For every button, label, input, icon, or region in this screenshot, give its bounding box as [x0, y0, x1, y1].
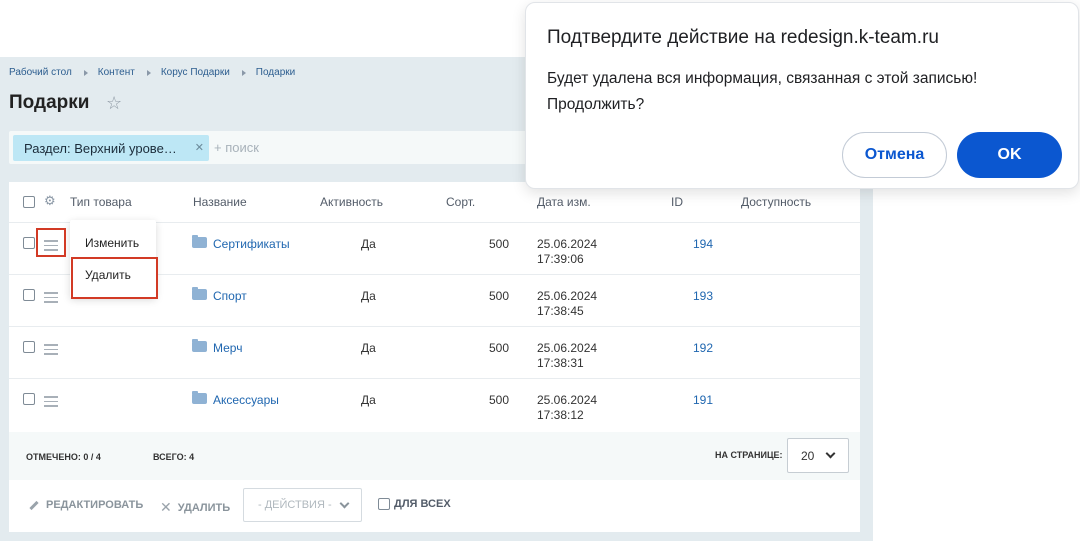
row-id-link[interactable]: 191: [693, 393, 713, 407]
chevron-down-icon: [339, 498, 350, 509]
row-date: 25.06.2024 17:38:45: [537, 289, 597, 319]
row-active: Да: [361, 341, 376, 355]
row-date: 25.06.2024 17:38:12: [537, 393, 597, 423]
close-icon: ✕: [160, 499, 172, 515]
column-name[interactable]: Название: [193, 195, 247, 209]
filter-chip[interactable]: Раздел: Верхний урове… ✕: [13, 135, 209, 161]
row-id-link[interactable]: 192: [693, 341, 713, 355]
row-date: 25.06.2024 17:38:31: [537, 341, 597, 371]
breadcrumb-separator-icon: [83, 69, 88, 76]
row-date-time: 17:38:12: [537, 408, 584, 422]
page-title: Подарки: [9, 92, 90, 113]
for-all-label: ДЛЯ ВСЕХ: [394, 498, 451, 510]
row-date-time: 17:38:45: [537, 304, 584, 318]
selected-count: ОТМЕЧЕНО: 0 / 4: [26, 452, 101, 462]
total-count: ВСЕГО: 4: [153, 452, 195, 462]
table-row[interactable]: Аксессуары Да 500 25.06.2024 17:38:12 191: [9, 378, 860, 430]
context-edit-item[interactable]: Изменить: [85, 236, 139, 250]
breadcrumb-separator-icon: [241, 69, 246, 76]
edit-button[interactable]: РЕДАКТИРОВАТЬ: [29, 499, 143, 511]
row-id-link[interactable]: 194: [693, 237, 713, 251]
row-date: 25.06.2024 17:39:06: [537, 237, 597, 267]
for-all-checkbox-box[interactable]: [378, 498, 390, 510]
column-date[interactable]: Дата изм.: [537, 195, 591, 209]
edit-button-label: РЕДАКТИРОВАТЬ: [46, 499, 144, 511]
delete-button[interactable]: ✕ УДАЛИТЬ: [160, 499, 230, 516]
row-name-link[interactable]: Аксессуары: [213, 393, 279, 407]
chevron-down-icon: [825, 448, 836, 459]
column-id[interactable]: ID: [671, 195, 683, 209]
highlight-delete-item: [71, 257, 158, 299]
breadcrumb: Рабочий стол Контент Корус Подарки Подар…: [9, 67, 295, 78]
filter-chip-label: Раздел: Верхний урове…: [24, 140, 177, 156]
highlight-row-menu: [36, 228, 66, 257]
pencil-icon: [29, 500, 39, 510]
breadcrumb-gifts-iblock[interactable]: Корус Подарки: [161, 67, 230, 78]
column-active[interactable]: Активность: [320, 195, 383, 209]
select-all-checkbox[interactable]: [23, 196, 35, 208]
row-date-day: 25.06.2024: [537, 341, 598, 355]
row-date-time: 17:39:06: [537, 252, 584, 266]
breadcrumb-content[interactable]: Контент: [98, 67, 135, 78]
folder-icon: [192, 235, 207, 248]
per-page-select[interactable]: 20: [787, 438, 849, 473]
breadcrumb-desktop[interactable]: Рабочий стол: [9, 67, 72, 78]
delete-button-label: УДАЛИТЬ: [177, 501, 231, 514]
confirm-dialog: Подтвердите действие на redesign.k-team.…: [525, 2, 1079, 189]
ok-button[interactable]: OK: [957, 132, 1062, 178]
row-name-link[interactable]: Мерч: [213, 341, 242, 355]
row-active: Да: [361, 237, 376, 251]
row-date-day: 25.06.2024: [537, 237, 598, 251]
column-availability[interactable]: Доступность: [741, 195, 811, 209]
menu-icon[interactable]: [44, 292, 58, 306]
breadcrumb-separator-icon: [146, 69, 151, 76]
row-sort: 500: [488, 393, 509, 407]
breadcrumb-gifts[interactable]: Подарки: [256, 67, 295, 78]
row-name-link[interactable]: Спорт: [213, 289, 247, 303]
row-date-time: 17:38:31: [537, 356, 584, 370]
star-icon[interactable]: ☆: [106, 93, 122, 114]
row-name-link[interactable]: Сертификаты: [213, 237, 290, 251]
column-type[interactable]: Тип товара: [70, 195, 132, 209]
row-sort: 500: [488, 289, 509, 303]
row-active: Да: [361, 393, 376, 407]
row-checkbox[interactable]: [23, 289, 35, 301]
actions-select[interactable]: - ДЕЙСТВИЯ -: [243, 488, 362, 522]
folder-icon: [192, 339, 207, 352]
per-page-label: НА СТРАНИЦЕ:: [715, 450, 783, 460]
menu-icon[interactable]: [44, 396, 58, 410]
folder-icon: [192, 391, 207, 404]
search-input[interactable]: + поиск: [214, 140, 259, 155]
close-icon[interactable]: ✕: [195, 141, 204, 154]
column-sort[interactable]: Сорт.: [446, 195, 475, 209]
menu-icon[interactable]: [44, 344, 58, 358]
row-date-day: 25.06.2024: [537, 393, 598, 407]
row-checkbox[interactable]: [23, 341, 35, 353]
cancel-button[interactable]: Отмена: [842, 132, 947, 178]
dialog-message: Будет удалена вся информация, связанная …: [547, 70, 978, 113]
table-footer: ОТМЕЧЕНО: 0 / 4 ВСЕГО: 4 НА СТРАНИЦЕ: 20: [9, 432, 860, 480]
row-sort: 500: [488, 237, 509, 251]
row-checkbox[interactable]: [23, 393, 35, 405]
row-sort: 500: [488, 341, 509, 355]
folder-icon: [192, 287, 207, 300]
row-checkbox[interactable]: [23, 237, 35, 249]
per-page-value: 20: [801, 449, 815, 463]
row-id-link[interactable]: 193: [693, 289, 713, 303]
group-actions-bar: РЕДАКТИРОВАТЬ ✕ УДАЛИТЬ - ДЕЙСТВИЯ - ДЛЯ…: [9, 480, 860, 530]
table-row[interactable]: Мерч Да 500 25.06.2024 17:38:31 192: [9, 326, 860, 378]
dialog-title: Подтвердите действие на redesign.k-team.…: [547, 27, 939, 48]
gear-icon[interactable]: ⚙: [44, 193, 56, 209]
for-all-checkbox[interactable]: ДЛЯ ВСЕХ: [378, 498, 451, 510]
row-date-day: 25.06.2024: [537, 289, 598, 303]
actions-select-value: - ДЕЙСТВИЯ -: [258, 499, 332, 511]
row-active: Да: [361, 289, 376, 303]
